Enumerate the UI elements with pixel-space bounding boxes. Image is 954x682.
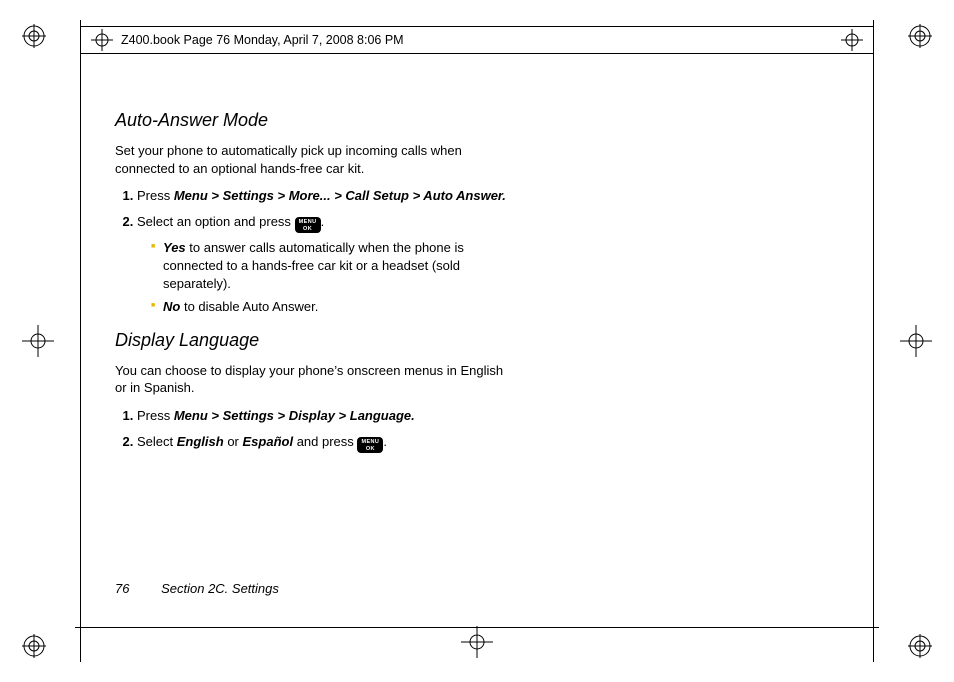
- content-column: Auto-Answer Mode Set your phone to autom…: [115, 108, 510, 465]
- trim-line: [75, 627, 879, 628]
- text: to answer calls automatically when the p…: [163, 240, 464, 290]
- sub-options: Yes to answer calls automatically when t…: [137, 239, 510, 315]
- list-item: Select English or Español and press MENU…: [137, 433, 510, 454]
- crop-mark-top-right-icon: [908, 24, 932, 48]
- menu-ok-key-icon: MENUOK: [357, 437, 383, 453]
- trim-line: [80, 20, 81, 662]
- option-label: Español: [243, 434, 294, 449]
- list-item: No to disable Auto Answer.: [151, 298, 510, 316]
- menu-path: Menu > Settings > More... > Call Setup >…: [174, 188, 506, 203]
- page-footer: 76 Section 2C. Settings: [115, 581, 279, 596]
- text: and press: [293, 434, 357, 449]
- section-label: Section 2C. Settings: [161, 581, 279, 596]
- text: to disable Auto Answer.: [180, 299, 318, 314]
- crop-mark-bottom-icon: [461, 626, 493, 658]
- menu-ok-key-icon: MENUOK: [295, 217, 321, 233]
- steps-auto-answer: Press Menu > Settings > More... > Call S…: [115, 187, 510, 315]
- list-item: Yes to answer calls automatically when t…: [151, 239, 510, 292]
- crop-mark-right-icon: [900, 325, 932, 357]
- list-item: Press Menu > Settings > Display > Langua…: [137, 407, 510, 425]
- paragraph: You can choose to display your phone’s o…: [115, 362, 510, 397]
- print-header: Z400.book Page 76 Monday, April 7, 2008 …: [80, 26, 874, 54]
- text: Select an option and press: [137, 214, 295, 229]
- paragraph: Set your phone to automatically pick up …: [115, 142, 510, 177]
- text: .: [383, 434, 387, 449]
- print-header-text: Z400.book Page 76 Monday, April 7, 2008 …: [121, 33, 404, 47]
- text: or: [224, 434, 243, 449]
- register-icon: [839, 27, 865, 53]
- steps-display-language: Press Menu > Settings > Display > Langua…: [115, 407, 510, 453]
- text: Select: [137, 434, 177, 449]
- trim-line: [873, 20, 874, 662]
- page-number: 76: [115, 581, 129, 596]
- heading-auto-answer: Auto-Answer Mode: [115, 108, 510, 132]
- list-item: Press Menu > Settings > More... > Call S…: [137, 187, 510, 205]
- text: .: [321, 214, 325, 229]
- option-label: No: [163, 299, 180, 314]
- option-label: Yes: [163, 240, 186, 255]
- register-icon: [89, 27, 115, 53]
- heading-display-language: Display Language: [115, 328, 510, 352]
- menu-path: Menu > Settings > Display > Language.: [174, 408, 415, 423]
- crop-mark-top-left-icon: [22, 24, 46, 48]
- text: Press: [137, 408, 174, 423]
- list-item: Select an option and press MENUOK. Yes t…: [137, 213, 510, 316]
- page: Z400.book Page 76 Monday, April 7, 2008 …: [0, 0, 954, 682]
- text: Press: [137, 188, 174, 203]
- crop-mark-bottom-left-icon: [22, 634, 46, 658]
- crop-mark-bottom-right-icon: [908, 634, 932, 658]
- crop-mark-left-icon: [22, 325, 54, 357]
- option-label: English: [177, 434, 224, 449]
